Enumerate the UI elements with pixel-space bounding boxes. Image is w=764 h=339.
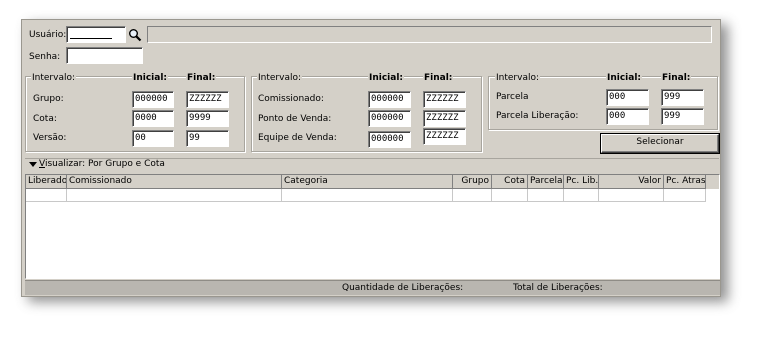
versao-final-input[interactable]: 99 <box>186 130 229 147</box>
col-header-parcela[interactable]: Parcela <box>528 175 564 189</box>
cell-categoria[interactable] <box>282 189 453 202</box>
usuario-name-display <box>147 26 712 43</box>
comissionado-inicial-input[interactable]: 000000 <box>368 91 411 108</box>
ponto-de-venda-label: Ponto de Venda: <box>258 114 332 124</box>
cell-valor[interactable] <box>599 189 664 202</box>
col-header-liberado[interactable]: Liberado <box>26 175 67 189</box>
ponto-de-venda-final-input[interactable]: ZZZZZZ <box>423 110 466 127</box>
interval-right-final-label: Final: <box>661 73 692 84</box>
cell-pc-lib[interactable] <box>564 189 599 202</box>
usuario-input[interactable] <box>66 26 126 43</box>
status-bar: Quantidade de Liberações: Total de Liber… <box>25 280 720 295</box>
total-liberacoes-label: Total de Liberações: <box>513 283 603 293</box>
parcela-label: Parcela <box>496 92 529 102</box>
parcela-liberacao-label: Parcela Liberação: <box>496 111 579 121</box>
col-header-comissionado[interactable]: Comissionado <box>67 175 282 189</box>
visualizar-label: isualizar: Por Grupo e Cota <box>44 159 165 169</box>
interval-right-header: Intervalo: <box>495 73 541 84</box>
col-header-cota[interactable]: Cota <box>492 175 528 189</box>
col-header-valor[interactable]: Valor <box>599 175 664 189</box>
parcela-inicial-input[interactable]: 000 <box>606 89 649 106</box>
selecionar-button[interactable]: Selecionar <box>600 133 720 154</box>
col-header-pc-atras[interactable]: Pc. Atras. <box>664 175 706 189</box>
interval-middle-header: Intervalo: <box>257 73 303 84</box>
interval-middle-inicial-label: Inicial: <box>368 73 405 84</box>
quantidade-liberacoes-label: Quantidade de Liberações: <box>342 283 464 293</box>
input-cursor-line <box>70 38 112 39</box>
interval-left-inicial-label: Inicial: <box>132 73 169 84</box>
grid-header: Liberado Comissionado Categoria Grupo Co… <box>26 175 719 189</box>
interval-left-final-label: Final: <box>186 73 217 84</box>
senha-label: Senha: <box>29 52 61 62</box>
col-header-pc-lib[interactable]: Pc. Lib. <box>564 175 599 189</box>
cell-pc-atras[interactable] <box>664 189 706 202</box>
search-icon[interactable] <box>128 28 142 42</box>
cell-grupo[interactable] <box>453 189 492 202</box>
equipe-de-venda-label: Equipe de Venda: <box>258 133 337 143</box>
triangle-down-icon[interactable] <box>28 160 38 170</box>
interval-middle-final-label: Final: <box>423 73 454 84</box>
interval-right-inicial-label: Inicial: <box>606 73 643 84</box>
interval-left-header: Intervalo: <box>31 73 77 84</box>
col-header-categoria[interactable]: Categoria <box>282 175 453 189</box>
cell-cota[interactable] <box>492 189 528 202</box>
comissionado-final-input[interactable]: ZZZZZZ <box>423 91 466 108</box>
equipe-de-venda-inicial-input[interactable]: 000000 <box>368 131 411 148</box>
visualizar-toggle[interactable]: Visualizar: Por Grupo e Cota <box>39 159 165 170</box>
grupo-label: Grupo: <box>33 94 64 104</box>
ponto-de-venda-inicial-input[interactable]: 000000 <box>368 110 411 127</box>
cota-final-input[interactable]: 9999 <box>186 110 229 127</box>
versao-label: Versão: <box>33 133 67 143</box>
usuario-label: Usuário: <box>29 30 67 40</box>
liberacoes-window: Usuário: Senha: Intervalo: Inicial: Fina… <box>21 19 721 297</box>
cell-parcela[interactable] <box>528 189 564 202</box>
cell-comissionado[interactable] <box>67 189 282 202</box>
grupo-inicial-input[interactable]: 000000 <box>132 91 174 108</box>
parcela-liberacao-final-input[interactable]: 999 <box>661 108 704 125</box>
cell-liberado[interactable] <box>26 189 67 202</box>
col-header-grupo[interactable]: Grupo <box>453 175 492 189</box>
equipe-de-venda-final-input[interactable]: ZZZZZZ <box>423 128 466 145</box>
parcela-final-input[interactable]: 999 <box>661 89 704 106</box>
grupo-final-input[interactable]: ZZZZZZ <box>186 91 229 108</box>
liberacoes-grid[interactable]: Liberado Comissionado Categoria Grupo Co… <box>25 174 720 279</box>
cota-label: Cota: <box>33 114 57 124</box>
comissionado-label: Comissionado: <box>258 94 324 104</box>
senha-input[interactable] <box>66 47 143 64</box>
versao-inicial-input[interactable]: 00 <box>132 130 174 147</box>
cota-inicial-input[interactable]: 0000 <box>132 110 174 127</box>
parcela-liberacao-inicial-input[interactable]: 000 <box>606 108 649 125</box>
